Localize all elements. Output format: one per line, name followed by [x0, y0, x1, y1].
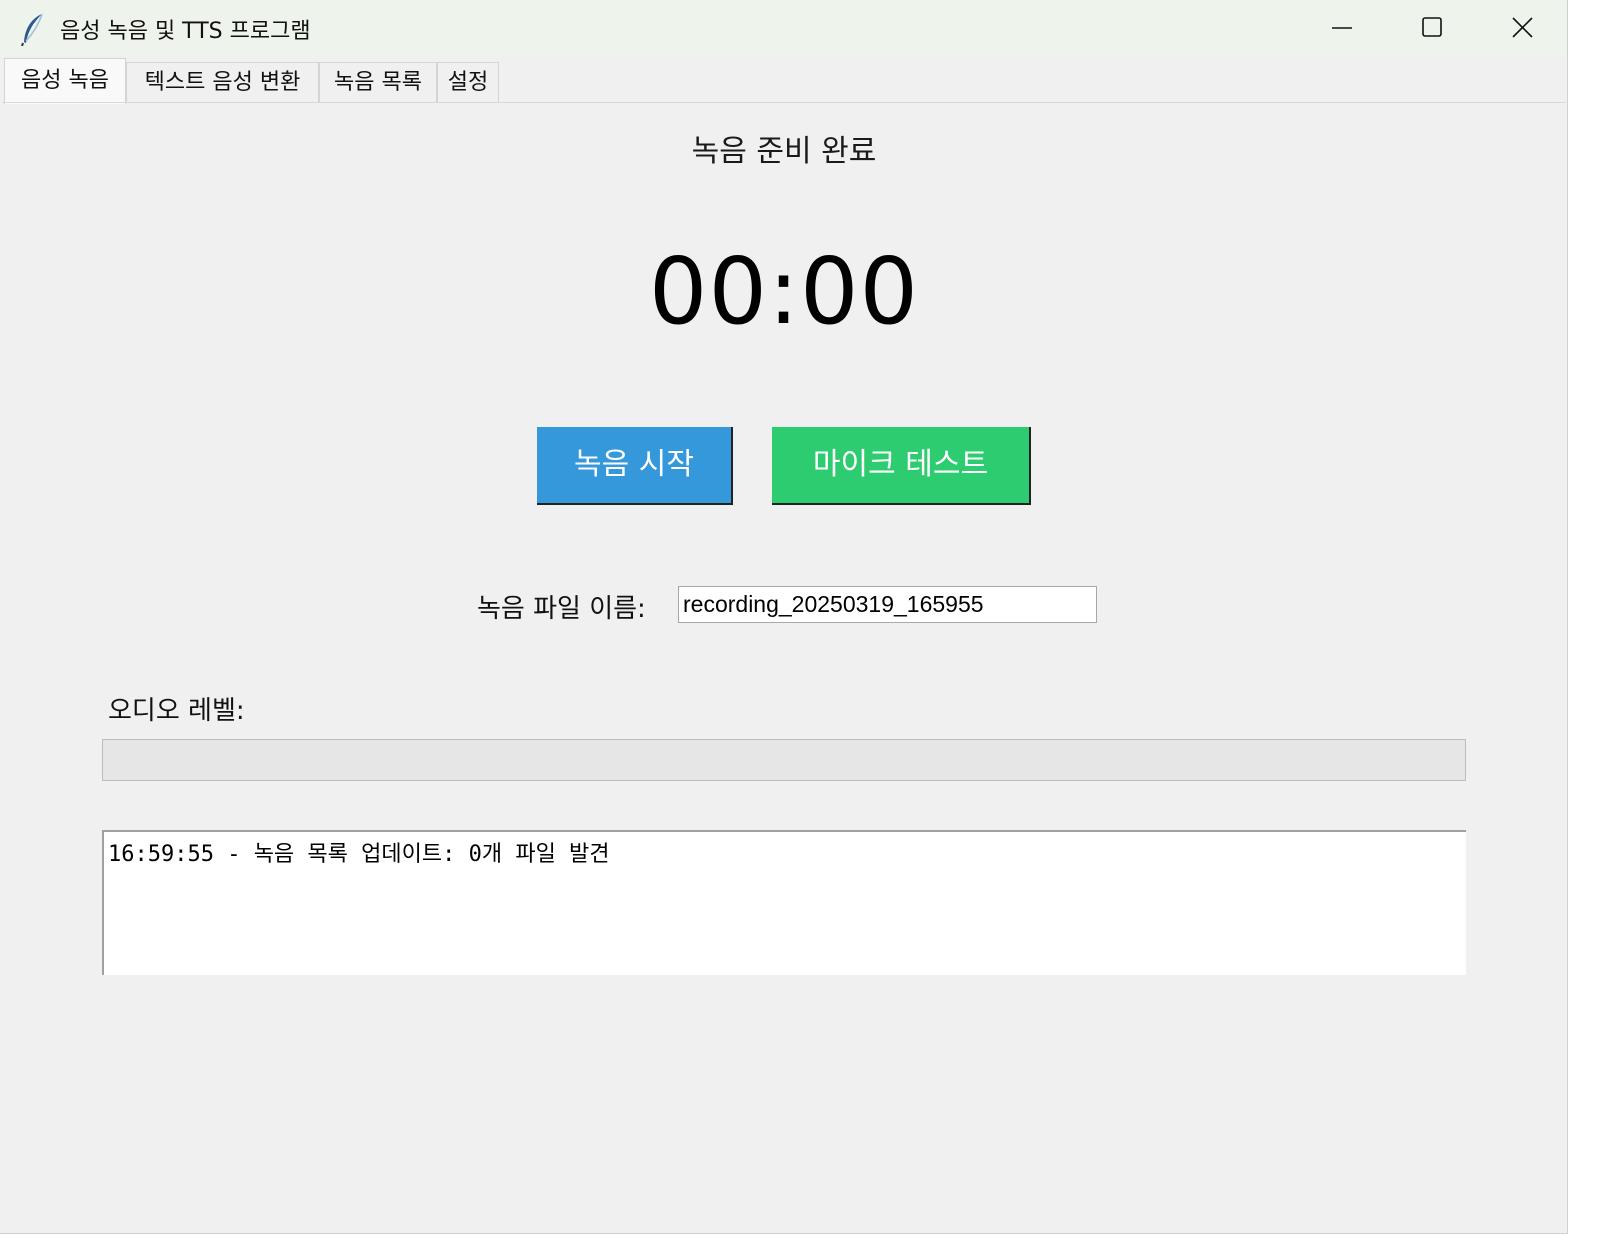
close-button[interactable] — [1478, 0, 1567, 56]
recording-status: 녹음 준비 완료 — [691, 134, 877, 169]
audio-level-label: 오디오 레벨: — [108, 696, 245, 726]
start-recording-button[interactable]: 녹음 시작 — [537, 427, 733, 505]
filename-label: 녹음 파일 이름: — [477, 594, 646, 624]
tab-bar: 음성 녹음 텍스트 음성 변환 녹음 목록 설정 — [0, 58, 1567, 104]
tab-voice-recording[interactable]: 음성 녹음 — [4, 58, 126, 104]
maximize-button[interactable] — [1388, 0, 1478, 56]
feather-icon — [21, 13, 43, 46]
recording-timer: 00:00 — [648, 238, 920, 345]
filename-input[interactable] — [678, 586, 1097, 623]
tab-settings[interactable]: 설정 — [437, 62, 499, 102]
minimize-button[interactable] — [1298, 0, 1388, 56]
audio-level-bar — [102, 739, 1466, 781]
tab-text-to-speech[interactable]: 텍스트 음성 변환 — [126, 62, 319, 102]
close-icon — [1512, 17, 1533, 38]
maximize-icon — [1422, 17, 1442, 37]
minimize-icon — [1332, 27, 1352, 29]
app-window: 음성 녹음 및 TTS 프로그램 음성 녹음 텍스트 음성 변환 녹음 목록 설… — [0, 0, 1568, 1234]
log-textbox[interactable]: 16:59:55 - 녹음 목록 업데이트: 0개 파일 발견 — [102, 830, 1466, 975]
window-title: 음성 녹음 및 TTS 프로그램 — [60, 19, 311, 44]
tab-recording-list[interactable]: 녹음 목록 — [319, 62, 437, 102]
mic-test-button[interactable]: 마이크 테스트 — [772, 427, 1031, 505]
title-bar[interactable]: 음성 녹음 및 TTS 프로그램 — [0, 0, 1567, 56]
